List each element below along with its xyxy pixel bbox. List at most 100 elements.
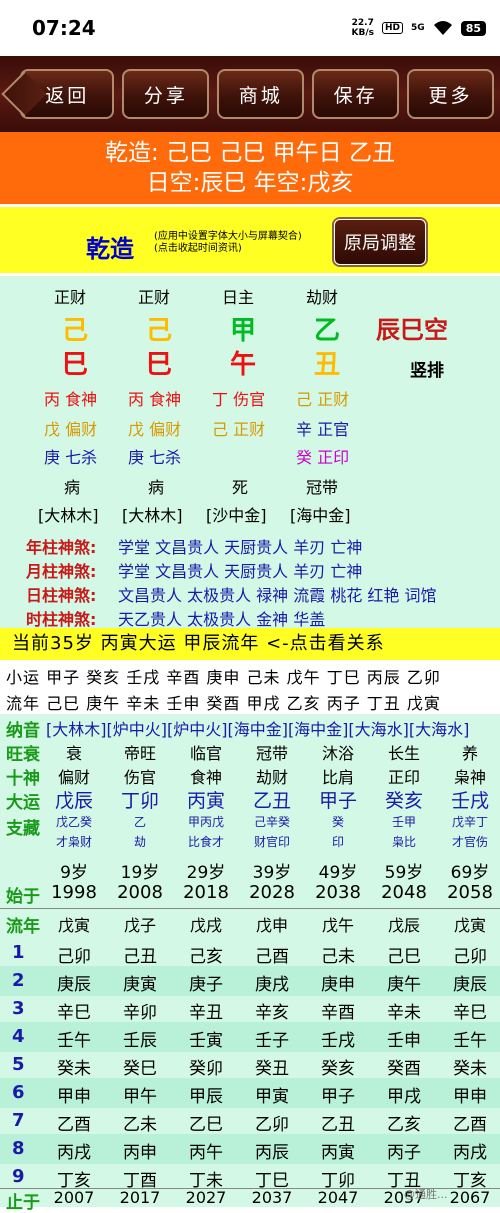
year-cell[interactable]: 壬子 <box>238 1026 306 1051</box>
major-luck-table: 纳音 [大林木][炉中火][炉中火][海中金][海中金][大海水][大海水] 旺衰 衰… <box>0 714 500 1213</box>
year-cell[interactable]: 癸丑 <box>238 1054 306 1079</box>
year-cell[interactable]: 甲申 <box>436 1082 500 1107</box>
dayun-cell: 丙寅 <box>186 790 225 812</box>
year-cell[interactable]: 己丑 <box>106 942 174 967</box>
save-button[interactable]: 保存 <box>312 69 400 119</box>
nayin-row: [大林木][炉中火][炉中火][海中金][海中金][大海水][大海水] <box>46 720 470 739</box>
year-cell[interactable]: 甲戌 <box>370 1082 438 1107</box>
year-cell[interactable]: 己巳 <box>370 942 438 967</box>
year-cell[interactable]: 辛丑 <box>172 998 240 1023</box>
year-cell[interactable]: 壬辰 <box>106 1026 174 1051</box>
year-cell[interactable]: 甲午 <box>106 1082 174 1107</box>
vertical-toggle[interactable]: 竖排 <box>410 356 444 381</box>
back-button[interactable]: 返回 <box>20 69 115 119</box>
year-cell[interactable]: 丙子 <box>370 1138 438 1163</box>
battery-icon: 85 <box>460 20 486 36</box>
hidden-stem-2: 戊 偏财 <box>128 420 182 439</box>
year-cell[interactable]: 丙戌 <box>40 1138 108 1163</box>
shishen-cell: 正印 <box>387 768 420 787</box>
zhicang-gods: 财官印 <box>253 835 290 849</box>
year-cell[interactable]: 壬午 <box>436 1026 500 1051</box>
year-cell[interactable]: 庚戌 <box>238 970 306 995</box>
label-shiyu: 始于 <box>6 887 40 907</box>
year-cell[interactable]: 丙戌 <box>436 1138 500 1163</box>
5g-icon: 5G <box>411 22 425 33</box>
liunian-grid-row: 1 己卯 己丑 己亥 己酉 己未 己巳 己卯 <box>0 938 500 968</box>
shishen-cell: 比肩 <box>321 768 354 787</box>
year-cell[interactable]: 甲申 <box>40 1082 108 1107</box>
year-cell[interactable]: 乙卯 <box>238 1110 306 1135</box>
year-cell[interactable]: 癸酉 <box>370 1054 438 1079</box>
end-year: 2047 <box>317 1188 359 1207</box>
year-cell[interactable]: 乙酉 <box>436 1110 500 1135</box>
year-cell[interactable]: 己酉 <box>238 942 306 967</box>
year-cell[interactable]: 己卯 <box>436 942 500 967</box>
year-cell[interactable]: 乙丑 <box>304 1110 372 1135</box>
zhicang-gods: 劫 <box>133 835 146 849</box>
liunian-grid-row: 8 丙戌 丙申 丙午 丙辰 丙寅 丙子 丙戌 <box>0 1134 500 1164</box>
wangshuai-cell: 临官 <box>189 744 222 763</box>
year-cell[interactable]: 癸卯 <box>172 1054 240 1079</box>
pillar-ten-god: 正财 <box>54 288 87 307</box>
year-cell[interactable]: 己未 <box>304 942 372 967</box>
year-cell[interactable]: 乙巳 <box>172 1110 240 1135</box>
mall-button[interactable]: 商城 <box>217 69 305 119</box>
year-cell[interactable]: 癸未 <box>436 1054 500 1079</box>
year-cell[interactable]: 庚寅 <box>106 970 174 995</box>
year-cell[interactable]: 乙酉 <box>40 1110 108 1135</box>
zhicang-gods: 印 <box>331 835 344 849</box>
hidden-stem-3: 庚 七杀 <box>44 448 98 467</box>
year-cell[interactable]: 癸巳 <box>106 1054 174 1079</box>
year-cell[interactable]: 辛未 <box>370 998 438 1023</box>
void-line: 日空:辰巳 年空:戌亥 <box>146 170 354 196</box>
year-cell[interactable]: 甲子 <box>304 1082 372 1107</box>
year-cell[interactable]: 庚申 <box>304 970 372 995</box>
year-cell[interactable]: 壬戌 <box>304 1026 372 1051</box>
year-cell[interactable]: 乙未 <box>106 1110 174 1135</box>
year-cell[interactable]: 辛巳 <box>436 998 500 1023</box>
liunian-grid-row: 2 庚辰 庚寅 庚子 庚戌 庚申 庚午 庚辰 <box>0 966 500 996</box>
pillar-stem: 甲 <box>230 316 257 346</box>
dayun-cell: 戊辰 <box>54 790 93 812</box>
hidden-stem-2: 戊 偏财 <box>44 420 98 439</box>
year-cell[interactable]: 壬午 <box>40 1026 108 1051</box>
hidden-stem-1: 丙 食神 <box>128 390 182 409</box>
year-cell[interactable]: 乙亥 <box>370 1110 438 1135</box>
end-year: 2007 <box>53 1188 95 1207</box>
wangshuai-cell: 冠带 <box>255 744 288 763</box>
minor-luck-section: 小运 甲子 癸亥 壬戌 辛酉 庚申 己未 戊午 丁巳 丙辰 乙卯 流年 己巳 庚… <box>0 660 500 714</box>
start-age: 69岁 <box>450 863 490 883</box>
year-cell[interactable]: 丙申 <box>106 1138 174 1163</box>
share-button[interactable]: 分享 <box>122 69 210 119</box>
year-cell[interactable]: 癸亥 <box>304 1054 372 1079</box>
year-cell[interactable]: 甲辰 <box>172 1082 240 1107</box>
year-cell[interactable]: 壬申 <box>370 1026 438 1051</box>
year-cell[interactable]: 丙寅 <box>304 1138 372 1163</box>
year-cell[interactable]: 庚子 <box>172 970 240 995</box>
wifi-icon <box>433 21 452 35</box>
year-cell[interactable]: 甲寅 <box>238 1082 306 1107</box>
year-cell[interactable]: 己亥 <box>172 942 240 967</box>
start-age: 29岁 <box>186 863 226 883</box>
year-cell[interactable]: 丙辰 <box>238 1138 306 1163</box>
year-cell[interactable]: 丙午 <box>172 1138 240 1163</box>
year-cell[interactable]: 壬寅 <box>172 1026 240 1051</box>
year-cell[interactable]: 庚辰 <box>436 970 500 995</box>
more-button[interactable]: 更多 <box>407 69 494 119</box>
year-cell[interactable]: 癸未 <box>40 1054 108 1079</box>
current-luck-bar[interactable]: 当前35岁 丙寅大运 甲辰流年 <-点击看关系 <box>0 628 500 660</box>
panel-note: (应用中设置字体大小与屏幕契合) (点击收起时间资讯) <box>154 231 302 254</box>
chart-panel-header[interactable]: 乾造 (应用中设置字体大小与屏幕契合) (点击收起时间资讯) 原局调整 <box>0 204 500 276</box>
year-cell[interactable]: 庚午 <box>370 970 438 995</box>
year-cell[interactable]: 辛酉 <box>304 998 372 1023</box>
pillar-ten-god: 正财 <box>138 288 171 307</box>
year-cell[interactable]: 辛亥 <box>238 998 306 1023</box>
year-cell[interactable]: 庚辰 <box>40 970 108 995</box>
year-cell[interactable]: 辛巳 <box>40 998 108 1023</box>
year-cell[interactable]: 己卯 <box>40 942 108 967</box>
year-cell[interactable]: 辛卯 <box>106 998 174 1023</box>
pillar-nayin: [海中金] <box>290 506 351 525</box>
row-number: 9 <box>12 1166 25 1187</box>
adjust-chart-button[interactable]: 原局调整 <box>334 219 426 265</box>
life-stage: 死 <box>232 478 249 497</box>
